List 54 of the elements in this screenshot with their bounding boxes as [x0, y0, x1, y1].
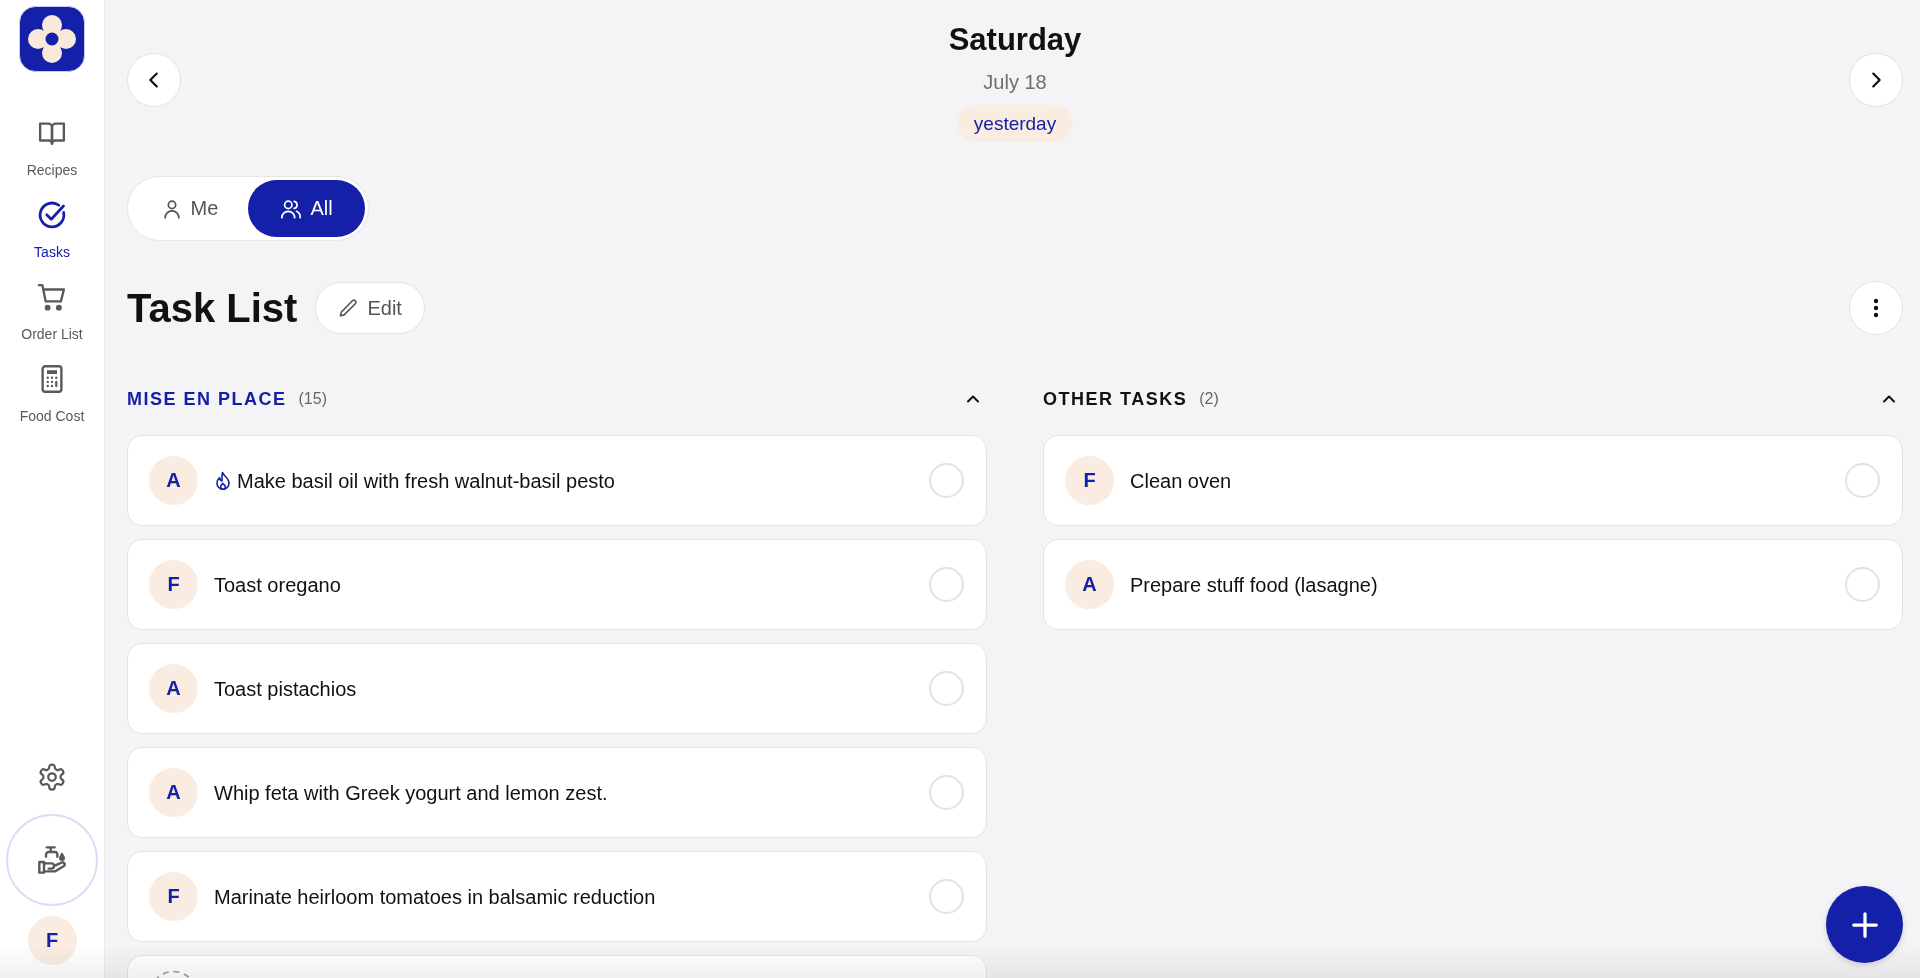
nav-item[interactable]: Recipes: [26, 118, 78, 178]
task-card[interactable]: A Make basil oil with fresh walnut-basil pesto: [127, 435, 987, 526]
assignee-avatar: A: [149, 456, 198, 505]
section-count: (15): [298, 390, 327, 408]
date-label: July 18: [983, 70, 1047, 94]
scope-tab[interactable]: Me: [131, 180, 248, 237]
assignee-avatar: F: [149, 560, 198, 609]
nav-item[interactable]: Tasks: [34, 200, 70, 260]
section-count: (2): [1199, 390, 1219, 408]
scope-tab[interactable]: All: [248, 180, 365, 237]
task-checkbox[interactable]: [929, 567, 964, 602]
assignee-avatar: A: [1065, 560, 1114, 609]
task-title: Clean oven: [1130, 468, 1232, 493]
task-card[interactable]: F Clean oven: [1043, 435, 1903, 526]
cart-icon: [37, 282, 67, 312]
relative-day-badge: yesterday: [956, 105, 1074, 142]
task-title: Make basil oil with fresh walnut-basil pesto: [237, 468, 615, 493]
nav-item[interactable]: Food Cost: [19, 364, 85, 424]
task-checkbox[interactable]: [1845, 567, 1880, 602]
task-title: Toast pistachios: [214, 676, 357, 701]
task-checkbox[interactable]: [1845, 463, 1880, 498]
task-checkbox[interactable]: [929, 463, 964, 498]
section-title: MISE EN PLACE: [127, 388, 287, 411]
nav-item[interactable]: Order List: [21, 282, 83, 342]
task-card[interactable]: A Toast pistachios: [127, 643, 987, 734]
assignee-avatar: F: [149, 872, 198, 921]
hand-washing-icon: [36, 844, 68, 876]
task-card[interactable]: A Whip feta with Greek yogurt and lemon zest.: [127, 747, 987, 838]
task-title: Prepare stuff food (lasagne): [1130, 572, 1378, 597]
task-card[interactable]: F Toast oregano: [127, 539, 987, 630]
task-card[interactable]: F Marinate heirloom tomatoes in balsamic reduction: [127, 851, 987, 942]
assignee-avatar: A: [149, 768, 198, 817]
settings-icon[interactable]: [37, 762, 67, 792]
edit-button[interactable]: Edit: [315, 282, 425, 334]
task-title: Whip feta with Greek yogurt and lemon zest.: [214, 780, 608, 805]
user-avatar[interactable]: F: [27, 916, 77, 965]
pencil-icon: [338, 297, 360, 319]
add-task-button[interactable]: [1826, 886, 1903, 963]
check-circle-icon: [37, 200, 67, 230]
assignee-avatar: F: [1065, 456, 1114, 505]
assignee-avatar: A: [149, 664, 198, 713]
task-title: Marinate heirloom tomatoes in balsamic reduction: [214, 884, 656, 909]
task-checkbox[interactable]: [929, 879, 964, 914]
task-card[interactable]: A Prepare stuff food (lasagne): [1043, 539, 1903, 630]
task-checkbox[interactable]: [929, 775, 964, 810]
more-vertical-icon: [1873, 298, 1879, 318]
task-title: Toast oregano: [214, 572, 341, 597]
logo-icon[interactable]: [19, 6, 85, 72]
section-title: OTHER TASKS: [1043, 388, 1188, 411]
plus-icon: [1849, 909, 1880, 940]
people-icon: [280, 197, 303, 220]
day-title: Saturday: [948, 21, 1082, 59]
page-title: Task List: [127, 285, 298, 332]
task-checkbox[interactable]: [929, 671, 964, 706]
